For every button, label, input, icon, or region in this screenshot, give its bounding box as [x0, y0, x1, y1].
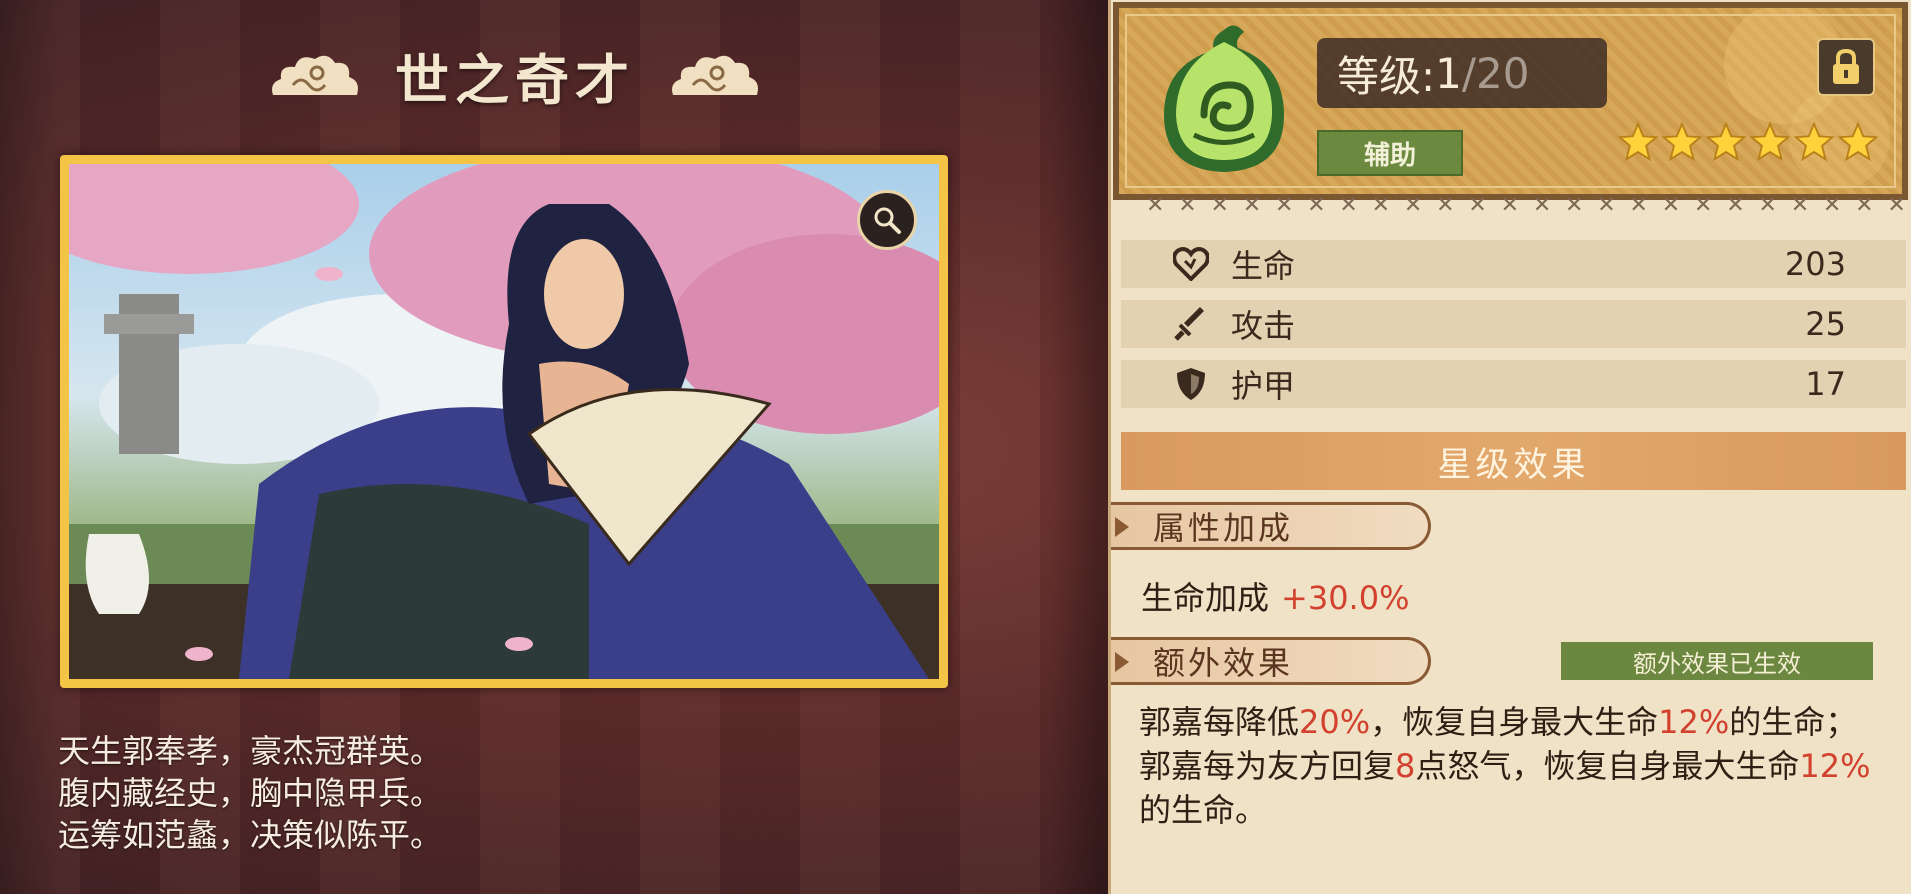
desc-text: 郭嘉每降低	[1139, 703, 1300, 741]
desc-text: 的生命。	[1139, 791, 1268, 829]
level-display: 等级: 1 /20	[1317, 38, 1607, 108]
role-badge: 辅助	[1317, 130, 1463, 176]
lock-icon	[1833, 48, 1859, 84]
extra-effect-title: 额外效果	[1153, 644, 1294, 682]
stat-row-attack: 攻击 25	[1121, 300, 1906, 348]
attribute-bonus-title: 属性加成	[1153, 509, 1294, 547]
lock-button[interactable]	[1817, 38, 1875, 96]
star-icon	[1793, 121, 1835, 162]
bonus-label: 生命加成	[1141, 579, 1270, 617]
arrow-icon	[1115, 652, 1129, 672]
extra-effect-header: 额外效果	[1111, 637, 1431, 685]
star-rating	[1617, 120, 1879, 164]
level-current: 1	[1435, 48, 1462, 98]
poem-line: 天生郭奉孝，豪杰冠群英。	[58, 732, 443, 770]
title-row: 世之奇才	[250, 40, 780, 112]
decorative-cross-row: ✕ ✕ ✕ ✕ ✕ ✕ ✕ ✕ ✕ ✕ ✕ ✕ ✕ ✕ ✕ ✕ ✕ ✕ ✕ ✕ ✕ ✕ ✕ ✕	[1146, 193, 1906, 218]
star-effect-banner: 星级效果	[1121, 432, 1906, 490]
extra-effect-description: 郭嘉每降低20%，恢复自身最大生命12%的生命； 郭嘉每为友方回复8点怒气，恢复…	[1139, 700, 1899, 832]
desc-highlight: 20%	[1299, 703, 1371, 741]
faction-emblem-icon	[1164, 25, 1284, 173]
desc-highlight: 8	[1395, 747, 1416, 785]
star-icon	[1749, 121, 1791, 162]
heart-icon	[1171, 244, 1211, 284]
stat-label: 护甲	[1231, 367, 1296, 405]
magnifier-icon	[874, 207, 901, 234]
desc-text: 点怒气，恢复自身最大生命	[1415, 747, 1800, 785]
hero-illustration	[69, 164, 939, 679]
hero-portrait	[69, 164, 939, 679]
sword-icon	[1171, 304, 1211, 344]
star-icon	[1617, 121, 1659, 162]
desc-text: 郭嘉每为友方回复	[1139, 747, 1396, 785]
desc-highlight: 12%	[1658, 703, 1730, 741]
stat-value: 17	[1805, 365, 1846, 403]
star-icon	[1837, 121, 1879, 162]
portrait-frame	[60, 155, 948, 688]
zoom-button[interactable]	[857, 190, 917, 250]
attribute-bonus-header: 属性加成	[1111, 502, 1431, 550]
desc-text: 的生命；	[1729, 703, 1858, 741]
stat-label: 生命	[1231, 247, 1296, 285]
poem-line: 运筹如范蠡，决策似陈平。	[58, 816, 443, 854]
stat-label: 攻击	[1231, 307, 1296, 345]
hero-poem: 天生郭奉孝，豪杰冠群英。 腹内藏经史，胸中隐甲兵。 运筹如范蠡，决策似陈平。	[58, 730, 618, 856]
level-label: 等级:	[1337, 51, 1436, 101]
shield-icon	[1171, 364, 1211, 404]
cloud-ornament-left-icon	[272, 55, 358, 95]
cloud-ornament-right-icon	[672, 55, 758, 95]
stat-value: 203	[1784, 245, 1846, 283]
bonus-value: +30.0%	[1281, 579, 1410, 617]
hero-info-panel: 等级: 1 /20 辅助 ✕ ✕ ✕ ✕ ✕ ✕ ✕ ✕ ✕ ✕ ✕ ✕ ✕ ✕ ✕ ✕ ✕ ✕ ✕ ✕ ✕ ✕ ✕ ✕ 生命…	[1108, 0, 1911, 894]
arrow-icon	[1115, 517, 1129, 537]
star-icon	[1705, 121, 1747, 162]
desc-text: ，恢复自身最大生命	[1370, 703, 1659, 741]
desc-highlight: 12%	[1799, 747, 1871, 785]
stat-row-armor: 护甲 17	[1121, 360, 1906, 408]
hero-title: 世之奇才	[395, 47, 635, 112]
level-max: /20	[1461, 48, 1530, 98]
star-icon	[1661, 121, 1703, 162]
hero-header-card: 等级: 1 /20 辅助	[1113, 2, 1908, 200]
attribute-bonus-line: 生命加成 +30.0%	[1141, 573, 1409, 619]
extra-effect-status-badge: 额外效果已生效	[1561, 642, 1873, 680]
poem-line: 腹内藏经史，胸中隐甲兵。	[58, 774, 443, 812]
stat-row-hp: 生命 203	[1121, 240, 1906, 288]
stat-value: 25	[1805, 305, 1846, 343]
